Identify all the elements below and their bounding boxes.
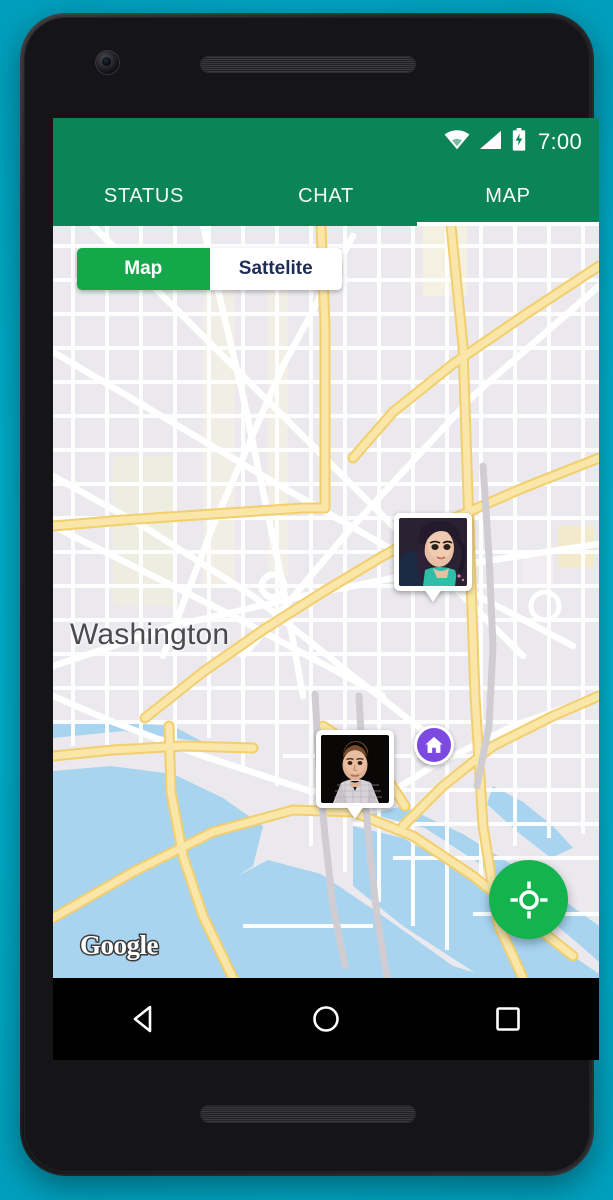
status-bar: 7:00 <box>53 118 599 166</box>
phone-device-frame: 7:00 STATUS CHAT MAP Washington Map Satt… <box>20 13 599 1176</box>
map-type-toggle: Map Sattelite <box>77 248 342 290</box>
contact-marker-female[interactable] <box>394 513 472 602</box>
recents-button[interactable] <box>468 988 548 1050</box>
tab-map-label: MAP <box>485 184 531 207</box>
tab-chat[interactable]: CHAT <box>235 166 417 226</box>
home-button[interactable] <box>286 988 366 1050</box>
earpiece-speaker <box>201 57 415 72</box>
home-circle-icon <box>313 1006 339 1032</box>
wifi-icon <box>444 129 470 155</box>
android-nav-bar <box>53 978 599 1060</box>
tab-map[interactable]: MAP <box>417 166 599 226</box>
tab-status-label: STATUS <box>103 184 185 207</box>
cell-signal-icon <box>479 130 503 155</box>
tab-bar: STATUS CHAT MAP <box>53 166 599 226</box>
back-button[interactable] <box>104 988 184 1050</box>
tab-chat-label: CHAT <box>298 184 354 207</box>
marker-tail <box>424 589 442 602</box>
home-icon <box>425 736 443 753</box>
marker-photo-frame <box>316 730 394 808</box>
avatar <box>321 735 389 803</box>
map-type-option-map[interactable]: Map <box>77 248 210 290</box>
my-location-icon <box>509 880 548 919</box>
recents-square-icon <box>496 1007 520 1031</box>
my-location-button[interactable] <box>489 860 568 939</box>
map-type-option-map-label: Map <box>124 258 163 279</box>
tab-status[interactable]: STATUS <box>53 166 235 226</box>
marker-photo-frame <box>394 513 472 591</box>
map-type-option-satellite-label: Sattelite <box>238 258 313 279</box>
marker-tail <box>346 806 364 819</box>
bottom-speaker <box>201 1106 415 1122</box>
front-camera-icon <box>96 51 119 74</box>
back-triangle-icon <box>133 1005 152 1033</box>
page-backdrop: 7:00 STATUS CHAT MAP Washington Map Satt… <box>0 0 613 1200</box>
contact-marker-male[interactable] <box>316 730 394 819</box>
battery-charging-icon <box>512 128 526 156</box>
map-type-option-satellite[interactable]: Sattelite <box>209 248 342 290</box>
status-clock: 7:00 <box>537 129 582 154</box>
home-badge[interactable] <box>414 725 454 765</box>
map-view[interactable]: Washington Map Sattelite Google <box>53 226 599 978</box>
avatar <box>399 518 467 586</box>
phone-screen: 7:00 STATUS CHAT MAP Washington Map Satt… <box>53 118 599 1060</box>
